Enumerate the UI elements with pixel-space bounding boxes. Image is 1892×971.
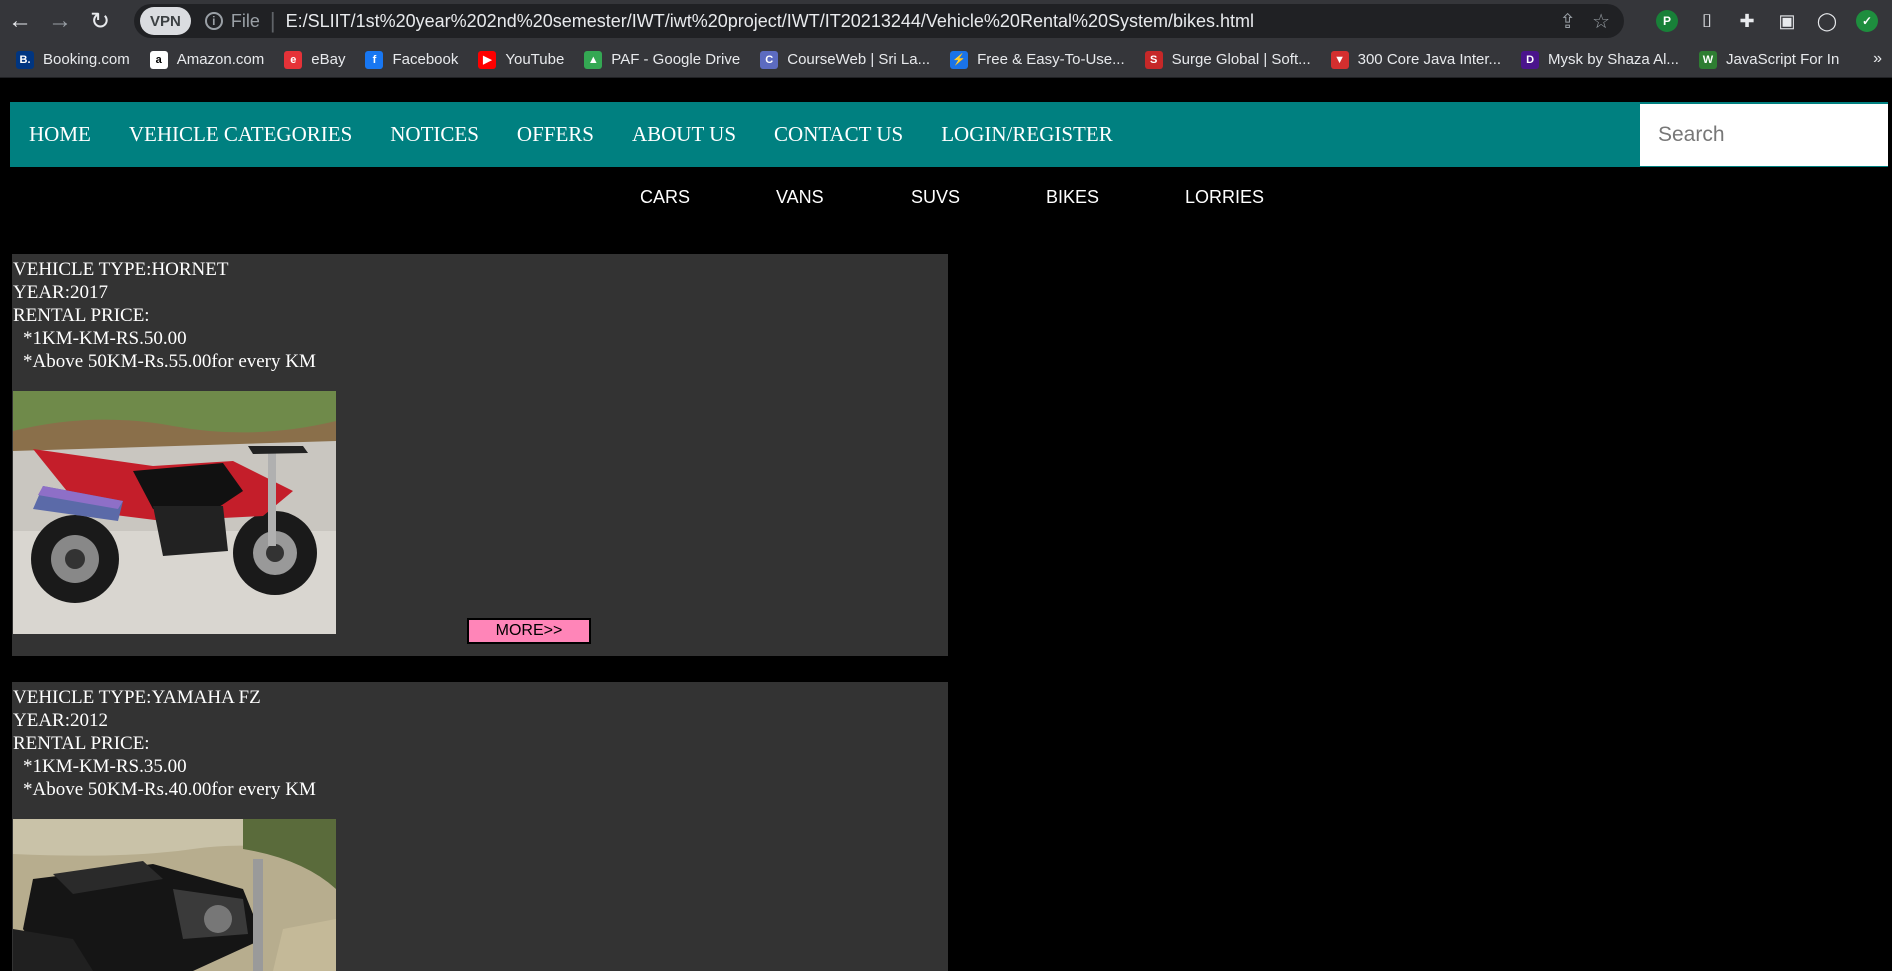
bookmark-label: JavaScript For In xyxy=(1725,51,1840,68)
address-bar[interactable]: VPN i File | E:/SLIIT/1st%20year%202nd%2… xyxy=(134,4,1624,38)
mysk-icon: D xyxy=(1521,50,1540,69)
nav-login-register[interactable]: LOGIN/REGISTER xyxy=(941,122,1113,147)
google-drive-icon: ▲ xyxy=(584,50,603,69)
nav-home[interactable]: HOME xyxy=(29,122,91,147)
bookmark-label: 300 Core Java Inter... xyxy=(1357,51,1502,68)
vehicle-year: YEAR:2012 xyxy=(13,710,108,731)
bookmark-star-icon[interactable]: ☆ xyxy=(1592,9,1610,34)
search-input[interactable] xyxy=(1640,104,1888,166)
bookmark-label: YouTube xyxy=(505,51,565,68)
price-rate-1: *1KM-KM-RS.50.00 xyxy=(23,328,187,349)
facebook-icon: f xyxy=(365,50,384,69)
subnav-cars[interactable]: CARS xyxy=(640,187,690,208)
bookmark-label: eBay xyxy=(311,51,346,68)
vehicle-type: VEHICLE TYPE:YAMAHA FZ xyxy=(13,687,261,708)
bookmark-label: Surge Global | Soft... xyxy=(1171,51,1311,68)
surge-global-icon: S xyxy=(1144,50,1163,69)
bookmark-item[interactable]: B. Booking.com xyxy=(16,50,130,69)
bookmark-item[interactable]: f Facebook xyxy=(365,50,459,69)
price-rate-1: *1KM-KM-RS.35.00 xyxy=(23,756,187,777)
vehicle-info: VEHICLE TYPE:HORNET YEAR:2017 RENTAL PRI… xyxy=(13,258,316,373)
bookmarks-bar: B. Booking.com a Amazon.com e eBay f Facebook ▶ Y… xyxy=(0,42,1892,78)
category-subnav: CARS VANS SUVS BIKES LORRIES xyxy=(0,187,1892,217)
url-text[interactable]: E:/SLIIT/1st%20year%202nd%20semester/IWT… xyxy=(286,11,1254,32)
subnav-suvs[interactable]: SUVS xyxy=(911,187,960,208)
bookmark-item[interactable]: ▶ YouTube xyxy=(478,50,565,69)
vehicle-type: VEHICLE TYPE:HORNET xyxy=(13,259,229,280)
vehicle-info: VEHICLE TYPE:YAMAHA FZ YEAR:2012 RENTAL … xyxy=(13,686,316,801)
subnav-vans[interactable]: VANS xyxy=(776,187,824,208)
javascript-icon: W xyxy=(1698,50,1717,69)
bookmark-label: Booking.com xyxy=(43,51,130,68)
subnav-lorries[interactable]: LORRIES xyxy=(1185,187,1264,208)
nav-about-us[interactable]: ABOUT US xyxy=(632,122,736,147)
vpn-badge[interactable]: VPN xyxy=(140,7,191,35)
amazon-icon: a xyxy=(149,50,168,69)
free-tool-icon: ⚡ xyxy=(950,50,969,69)
bookmark-item[interactable]: C CourseWeb | Sri La... xyxy=(760,50,931,69)
bookmark-label: CourseWeb | Sri La... xyxy=(787,51,931,68)
bookmark-item[interactable]: S Surge Global | Soft... xyxy=(1144,50,1311,69)
ebay-icon: e xyxy=(284,50,303,69)
red-motorcycle-photo xyxy=(13,391,336,634)
vehicle-card: VEHICLE TYPE:YAMAHA FZ YEAR:2012 RENTAL … xyxy=(12,682,948,971)
rental-price-label: RENTAL PRICE: xyxy=(13,305,150,326)
bookmark-label: Mysk by Shaza Al... xyxy=(1548,51,1679,68)
nav-vehicle-categories[interactable]: VEHICLE CATEGORIES xyxy=(129,122,352,147)
reload-icon[interactable]: ↻ xyxy=(80,0,120,42)
side-panel-icon[interactable]: ▣ xyxy=(1776,10,1798,32)
profile-icon[interactable]: ◯ xyxy=(1816,10,1838,32)
bookmark-item[interactable]: e eBay xyxy=(284,50,346,69)
nav-offers[interactable]: OFFERS xyxy=(517,122,594,147)
share-icon[interactable]: ⇪ xyxy=(1559,9,1576,34)
bookmarks-overflow-icon[interactable]: » xyxy=(1873,50,1882,68)
page-content: HOME VEHICLE CATEGORIES NOTICES OFFERS A… xyxy=(0,79,1892,971)
extensions-puzzle-icon[interactable]: ✚ xyxy=(1736,10,1758,32)
bookmark-item[interactable]: ▼ 300 Core Java Inter... xyxy=(1330,50,1502,69)
more-button[interactable]: MORE>> xyxy=(467,618,591,644)
rental-price-label: RENTAL PRICE: xyxy=(13,733,150,754)
forward-icon[interactable]: → xyxy=(40,0,80,42)
shield-check-icon[interactable]: ✓ xyxy=(1856,10,1878,32)
extension-p-icon[interactable]: P xyxy=(1656,10,1678,32)
black-motorcycle-photo xyxy=(13,819,336,971)
main-navigation: HOME VEHICLE CATEGORIES NOTICES OFFERS A… xyxy=(10,102,1888,167)
vehicle-card: VEHICLE TYPE:HORNET YEAR:2017 RENTAL PRI… xyxy=(12,254,948,656)
courseweb-icon: C xyxy=(760,50,779,69)
bookmark-label: Free & Easy-To-Use... xyxy=(977,51,1125,68)
bookmark-label: PAF - Google Drive xyxy=(611,51,741,68)
info-icon[interactable]: i xyxy=(204,12,223,30)
nav-contact-us[interactable]: CONTACT US xyxy=(774,122,903,147)
youtube-icon: ▶ xyxy=(478,50,497,69)
java-icon: ▼ xyxy=(1330,50,1349,69)
bookmark-label: Facebook xyxy=(392,51,459,68)
camera-icon[interactable]: ⌷ xyxy=(1696,10,1718,32)
subnav-bikes[interactable]: BIKES xyxy=(1046,187,1099,208)
back-icon[interactable]: ← xyxy=(0,0,40,42)
bookmark-item[interactable]: D Mysk by Shaza Al... xyxy=(1521,50,1679,69)
bookmark-item[interactable]: ▲ PAF - Google Drive xyxy=(584,50,741,69)
bookmark-label: Amazon.com xyxy=(176,51,265,68)
price-rate-2: *Above 50KM-Rs.40.00for every KM xyxy=(23,779,316,800)
bookmark-item[interactable]: W JavaScript For In xyxy=(1698,50,1840,69)
nav-notices[interactable]: NOTICES xyxy=(390,122,479,147)
booking-icon: B. xyxy=(16,50,34,69)
browser-toolbar: ← → ↻ VPN i File | E:/SLIIT/1st%20year%2… xyxy=(0,0,1892,42)
file-label: File xyxy=(230,10,260,31)
divider: | xyxy=(269,8,276,33)
vehicle-year: YEAR:2017 xyxy=(13,282,108,303)
price-rate-2: *Above 50KM-Rs.55.00for every KM xyxy=(23,351,316,372)
bookmark-item[interactable]: a Amazon.com xyxy=(149,50,265,69)
bookmark-item[interactable]: ⚡ Free & Easy-To-Use... xyxy=(950,50,1125,69)
